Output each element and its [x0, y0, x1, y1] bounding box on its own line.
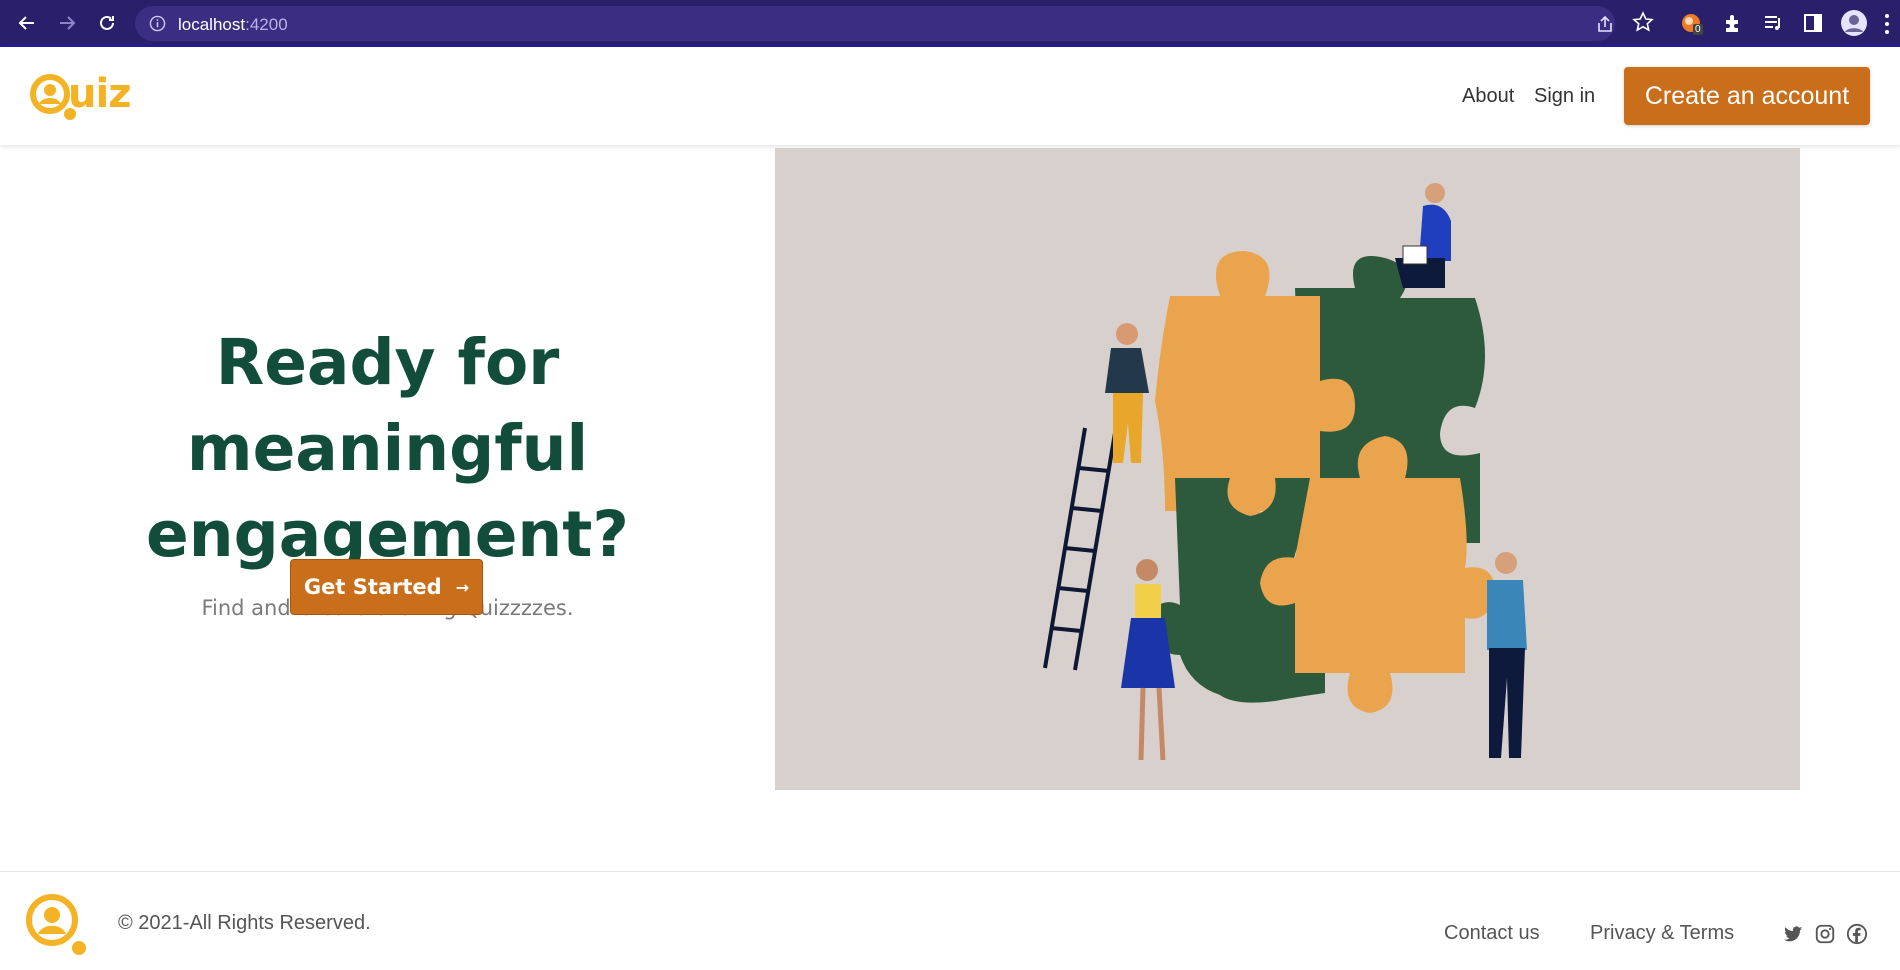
forward-icon[interactable] [54, 10, 80, 36]
teamwork-puzzle-illustration [775, 148, 1800, 790]
extension-count: 0 [1693, 24, 1703, 35]
hero-title-line-1: Ready for [215, 326, 560, 399]
twitter-icon[interactable] [1782, 923, 1804, 945]
facebook-icon[interactable] [1846, 923, 1868, 945]
quiz-logo[interactable]: uiz [30, 71, 148, 123]
site-header: uiz About Sign in Create an account [0, 47, 1900, 145]
address-bar[interactable]: localhost:4200 [135, 6, 1615, 41]
privacy-terms-link[interactable]: Privacy & Terms [1590, 922, 1734, 945]
url-text: localhost:4200 [178, 15, 288, 34]
logo-text: uiz [68, 71, 131, 117]
nav-about-link[interactable]: About [1462, 85, 1514, 108]
puzzle-illustration-image [1043, 183, 1527, 761]
footer-logo-icon[interactable] [24, 892, 90, 958]
extensions-puzzle-icon[interactable] [1722, 12, 1744, 34]
site-info-icon[interactable] [149, 15, 166, 32]
get-started-label: Get Started [303, 575, 442, 599]
hero-title-line-2: meaningful engagement? [146, 412, 629, 571]
menu-kebab-icon[interactable] [1882, 13, 1892, 35]
nav-sign-in-link[interactable]: Sign in [1534, 85, 1595, 108]
profile-avatar-icon[interactable] [1840, 9, 1868, 37]
media-queue-icon[interactable] [1762, 12, 1784, 34]
side-panel-icon[interactable] [1802, 12, 1824, 34]
arrow-right-icon: → [455, 577, 470, 597]
reload-icon[interactable] [94, 10, 120, 36]
hero-title: Ready for meaningful engagement? [0, 320, 775, 578]
contact-us-link[interactable]: Contact us [1444, 922, 1540, 945]
browser-toolbar: localhost:4200 0 [0, 0, 1900, 47]
copyright-text: © 2021-All Rights Reserved. [118, 912, 371, 934]
instagram-icon[interactable] [1814, 923, 1836, 945]
back-icon[interactable] [14, 10, 40, 36]
bookmark-star-icon[interactable] [1632, 11, 1654, 33]
site-footer: © 2021-All Rights Reserved. Contact us P… [0, 871, 1900, 970]
create-account-button[interactable]: Create an account [1624, 67, 1870, 125]
share-icon[interactable] [1595, 14, 1615, 34]
extension-badge-icon[interactable]: 0 [1680, 12, 1703, 35]
get-started-button[interactable]: Get Started → [290, 559, 483, 615]
